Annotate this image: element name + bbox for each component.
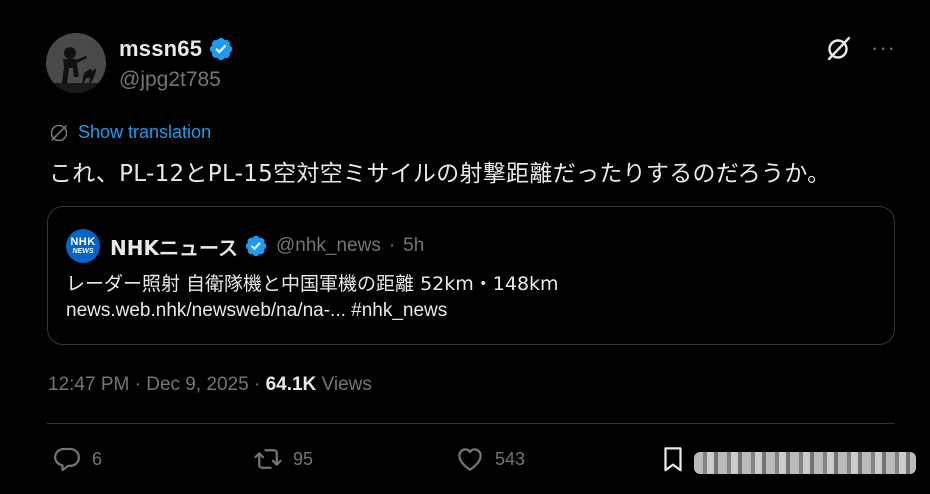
quoted-meta-separator: · xyxy=(388,235,396,256)
nhk-avatar-logo-text: NHK xyxy=(70,235,96,248)
reply-count: 6 xyxy=(92,448,103,469)
author-avatar[interactable] xyxy=(46,33,106,93)
tweet-text: これ、PL-12とPL-15空対空ミサイルの射撃距離だったりするのだろうか。 xyxy=(49,161,831,187)
nhk-avatar[interactable]: NHK NEWS xyxy=(66,229,100,263)
watermark-overlay xyxy=(694,452,916,474)
avatar-silhouette-icon xyxy=(46,33,106,93)
reply-button[interactable]: 6 xyxy=(52,444,102,474)
meta-separator: · xyxy=(253,374,261,395)
tweet-time[interactable]: 12:47 PM xyxy=(48,374,129,395)
meta-separator: · xyxy=(134,374,141,395)
divider xyxy=(47,423,895,424)
quoted-tweet-header: NHK NEWS NHKニュース @nhk_news · 5h xyxy=(66,229,424,263)
retweet-button[interactable]: 95 xyxy=(253,444,313,474)
globe-icon xyxy=(50,124,68,141)
views-count: 64.1K xyxy=(265,374,317,395)
verified-badge-icon xyxy=(210,37,233,61)
translate-row[interactable]: Show translation xyxy=(49,122,211,143)
heart-icon xyxy=(458,448,482,471)
bookmark-icon xyxy=(664,447,682,472)
retweet-icon xyxy=(254,449,282,469)
author-handle[interactable]: @jpg2t785 xyxy=(119,68,221,92)
more-icon[interactable]: ··· xyxy=(871,37,896,59)
tweet-action-bar: 6 95 543 xyxy=(0,440,930,480)
tweet-top-actions: ··· xyxy=(825,34,896,62)
like-count: 543 xyxy=(495,448,526,469)
show-translation-link[interactable]: Show translation xyxy=(78,122,211,143)
bookmark-button[interactable] xyxy=(658,444,688,474)
quoted-author-name[interactable]: NHKニュース xyxy=(110,232,238,261)
quoted-tweet-card[interactable]: NHK NEWS NHKニュース @nhk_news · 5h レーダー照射 自… xyxy=(47,206,895,345)
quoted-tweet-link[interactable]: news.web.nhk/newsweb/na/na-... #nhk_news xyxy=(66,300,447,322)
reply-icon xyxy=(54,447,80,472)
quoted-author-handle[interactable]: @nhk_news xyxy=(276,235,381,257)
views-label: Views xyxy=(321,374,372,395)
quoted-tweet-time[interactable]: 5h xyxy=(403,235,424,257)
like-button[interactable]: 543 xyxy=(455,444,525,474)
nhk-avatar-news-text: NEWS xyxy=(72,247,94,255)
grok-icon[interactable] xyxy=(825,34,853,62)
tweet-date[interactable]: Dec 9, 2025 xyxy=(146,374,248,395)
retweet-count: 95 xyxy=(293,448,314,469)
author-name-row[interactable]: mssn65 xyxy=(119,36,234,62)
verified-badge-icon xyxy=(245,235,267,257)
quoted-tweet-text: レーダー照射 自衛隊機と中国軍機の距離 52km・148km xyxy=(66,273,559,295)
author-display-name[interactable]: mssn65 xyxy=(119,36,202,62)
tweet-meta-row: 12:47 PM · Dec 9, 2025 · 64.1K Views xyxy=(48,374,372,396)
